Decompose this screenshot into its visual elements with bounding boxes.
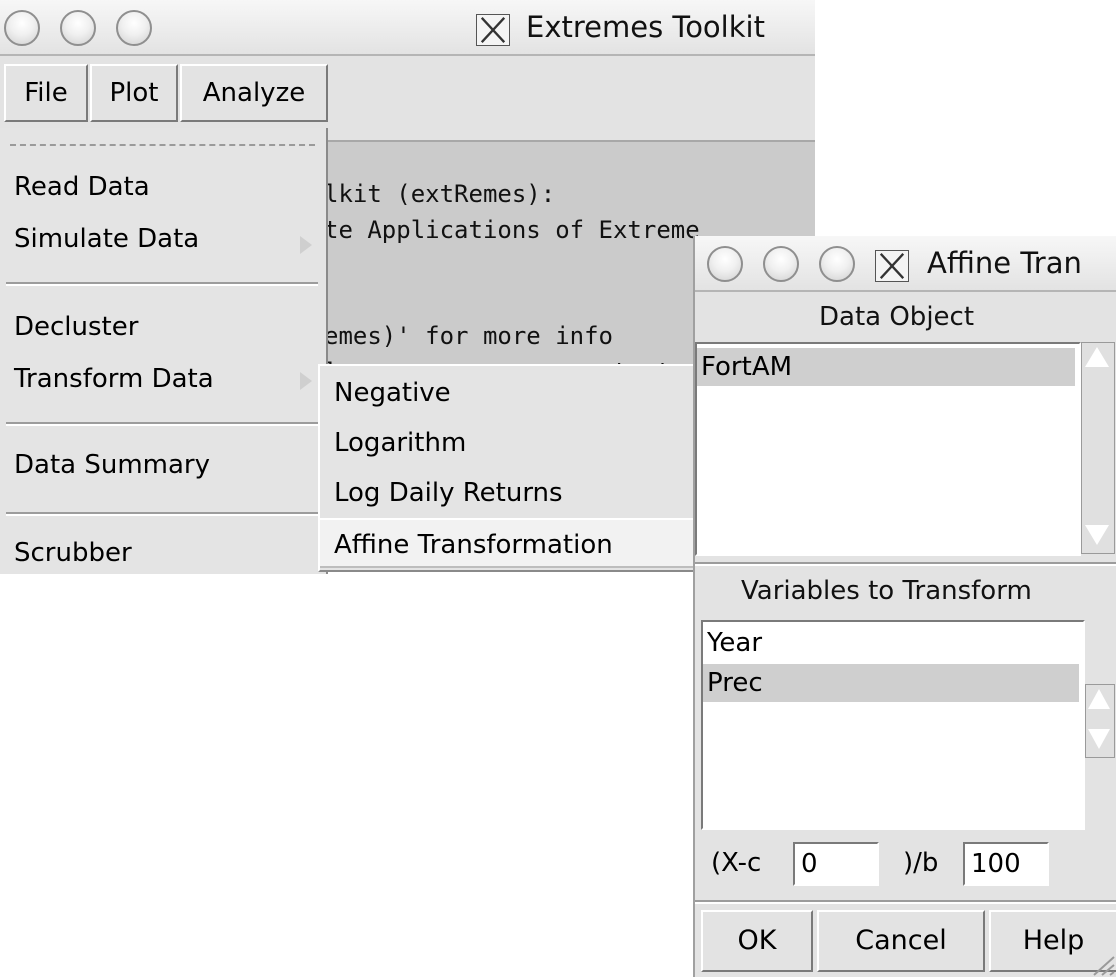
console-line: emes)' for more info (324, 322, 613, 350)
file-menu-dropdown: Read Data Simulate Data Decluster Transf… (0, 128, 328, 574)
b-value-field[interactable]: 100 (963, 842, 1049, 886)
menu-separator (6, 512, 318, 516)
submenu-arrow-icon (300, 372, 312, 390)
menu-item-simulate-data[interactable]: Simulate Data (14, 224, 199, 254)
close-window-icon[interactable] (4, 10, 40, 46)
submenu-item-log-daily-returns[interactable]: Log Daily Returns (320, 468, 694, 518)
menu-separator (6, 282, 318, 286)
main-window-titlebar[interactable]: Extremes Toolkit (0, 0, 815, 56)
submenu-item-affine-transformation[interactable]: Affine Transformation (320, 518, 694, 568)
c-value-field[interactable]: 0 (793, 842, 879, 886)
menu-item-data-summary[interactable]: Data Summary (14, 450, 210, 480)
submenu-arrow-icon (300, 236, 312, 254)
list-item-fortam[interactable]: FortAM (697, 348, 1075, 386)
section-divider (695, 562, 1116, 566)
formula-prefix-label: (X-c (711, 848, 762, 878)
submenu-item-logarithm[interactable]: Logarithm (320, 418, 694, 468)
list-item-prec[interactable]: Prec (703, 664, 1079, 702)
ok-button[interactable]: OK (701, 910, 813, 972)
menu-item-decluster[interactable]: Decluster (14, 312, 138, 342)
list-item-year[interactable]: Year (703, 624, 1079, 662)
menu-item-scrubber[interactable]: Scrubber (14, 538, 132, 568)
data-object-scrollbar[interactable] (1081, 342, 1115, 554)
menu-item-transform-data[interactable]: Transform Data (14, 364, 214, 394)
menu-analyze[interactable]: Analyze (180, 64, 328, 122)
menu-plot[interactable]: Plot (90, 64, 178, 122)
menu-separator (6, 422, 318, 426)
section-divider (695, 900, 1116, 904)
x11-icon (875, 250, 909, 282)
affine-transformation-dialog: Affine Tran Data Object FortAM Variables… (693, 236, 1116, 977)
scroll-down-arrow-icon[interactable] (1088, 729, 1110, 749)
variables-scrollbar[interactable] (1085, 684, 1115, 758)
tearoff-line[interactable] (10, 144, 315, 146)
minimize-window-icon[interactable] (60, 10, 96, 46)
cancel-button[interactable]: Cancel (817, 910, 985, 972)
zoom-window-icon[interactable] (819, 246, 855, 282)
close-window-icon[interactable] (707, 246, 743, 282)
data-object-label: Data Object (819, 302, 975, 332)
resize-grip-icon[interactable] (1090, 956, 1116, 976)
main-window-title: Extremes Toolkit (526, 10, 765, 44)
scroll-up-arrow-icon[interactable] (1085, 347, 1109, 367)
menu-item-read-data[interactable]: Read Data (14, 172, 150, 202)
dialog-titlebar[interactable]: Affine Tran (695, 236, 1116, 292)
variables-to-transform-label: Variables to Transform (741, 576, 1032, 606)
dialog-title: Affine Tran (927, 246, 1082, 280)
console-line: te Applications of Extreme (324, 216, 700, 244)
zoom-window-icon[interactable] (116, 10, 152, 46)
x11-icon (476, 14, 510, 46)
minimize-window-icon[interactable] (763, 246, 799, 282)
menu-file[interactable]: File (4, 64, 88, 122)
transform-submenu: Negative Logarithm Log Daily Returns Aff… (318, 364, 696, 572)
scroll-down-arrow-icon[interactable] (1085, 525, 1109, 545)
scroll-up-arrow-icon[interactable] (1088, 689, 1110, 709)
data-object-listbox[interactable]: FortAM (695, 342, 1081, 556)
variables-listbox[interactable]: Year Prec (701, 620, 1085, 830)
console-line: lkit (extRemes): (324, 180, 556, 208)
submenu-item-negative[interactable]: Negative (320, 368, 694, 418)
formula-middle-label: )/b (903, 848, 939, 878)
